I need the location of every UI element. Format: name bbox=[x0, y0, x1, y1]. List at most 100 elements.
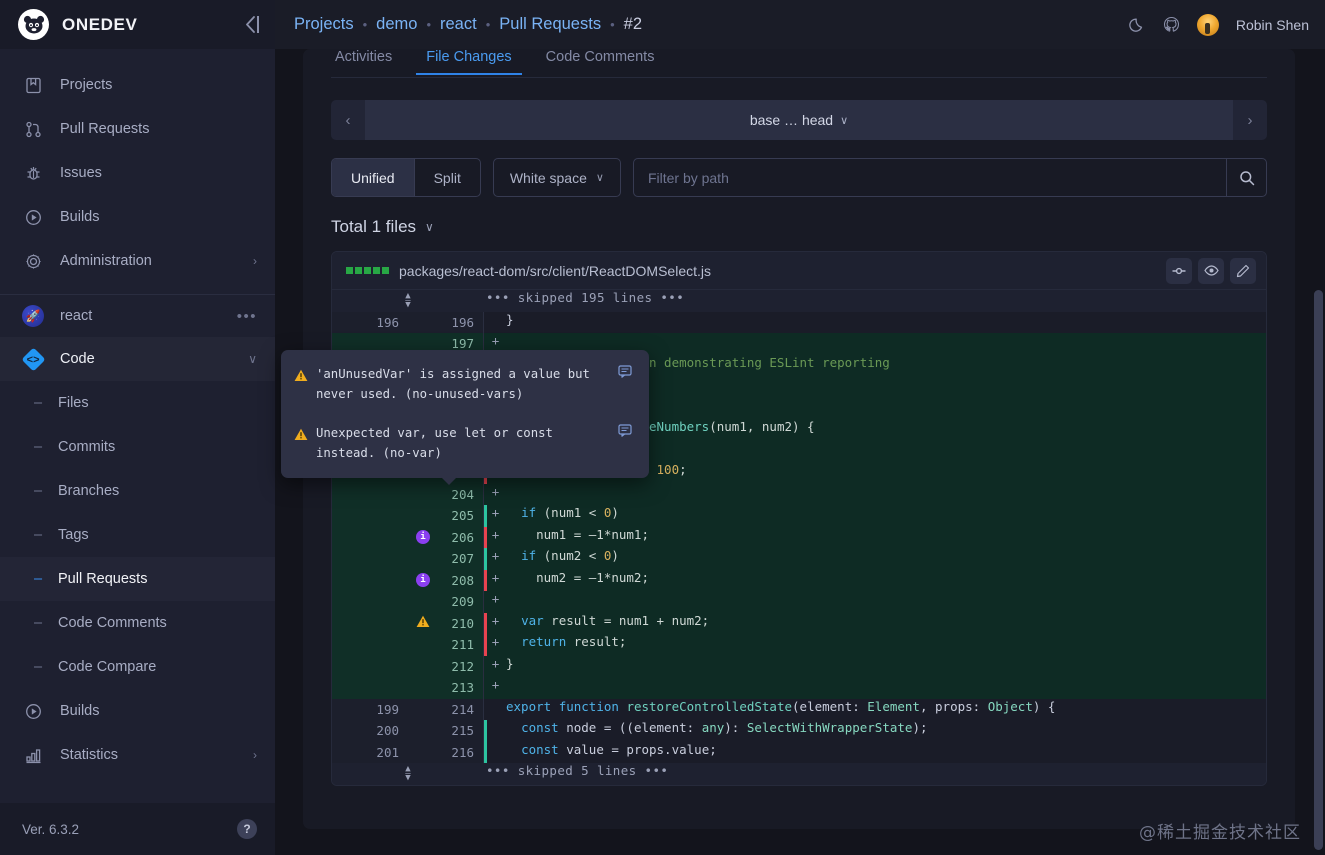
diff-code-line: const value = props.value; bbox=[504, 742, 1266, 764]
diff-line-row: 207+ if (num2 < 0) bbox=[332, 548, 1266, 570]
search-icon[interactable] bbox=[1226, 159, 1266, 196]
collapse-sidebar-icon[interactable] bbox=[245, 16, 259, 33]
sidebar-item-administration[interactable]: Administration › bbox=[0, 239, 275, 283]
sidebar-item-project-builds[interactable]: Builds bbox=[0, 689, 275, 733]
sidebar-item-code-pull-requests[interactable]: – Pull Requests bbox=[0, 557, 275, 601]
file-path[interactable]: packages/react-dom/src/client/ReactDOMSe… bbox=[399, 263, 1166, 279]
diff-code-line: num2 = –1*num2; bbox=[504, 570, 1266, 592]
github-icon[interactable] bbox=[1163, 16, 1180, 33]
moon-icon[interactable] bbox=[1129, 16, 1146, 33]
expand-lines-icon[interactable]: ▲—▼ bbox=[332, 290, 484, 312]
administration-gear-icon bbox=[22, 253, 44, 270]
help-icon[interactable]: ? bbox=[237, 819, 257, 839]
sidebar-item-branches[interactable]: – Branches bbox=[0, 469, 275, 513]
sidebar-item-builds[interactable]: Builds bbox=[0, 195, 275, 239]
view-mode-split[interactable]: Split bbox=[414, 159, 480, 196]
sidebar-sub-label: Branches bbox=[58, 483, 119, 499]
diff-skip-row[interactable]: ▲—▼••• skipped 5 lines ••• bbox=[332, 763, 1266, 785]
eye-view-icon[interactable] bbox=[1198, 258, 1224, 284]
top-bar-actions: Robin Shen bbox=[1129, 14, 1309, 36]
search-input[interactable] bbox=[634, 159, 1226, 196]
diff-skip-row[interactable]: ▲—▼••• skipped 195 lines ••• bbox=[332, 290, 1266, 312]
new-line-number: 207 bbox=[408, 548, 484, 570]
white-space-dropdown[interactable]: White space ∨ bbox=[493, 158, 621, 197]
diff-line-row: 201216 const value = props.value; bbox=[332, 742, 1266, 764]
commit-dot-icon[interactable] bbox=[1166, 258, 1192, 284]
watermark: @稀土掘金技术社区 bbox=[1139, 818, 1301, 843]
pencil-edit-icon[interactable] bbox=[1230, 258, 1256, 284]
skip-label: ••• skipped 5 lines ••• bbox=[484, 763, 1266, 785]
revision-range-dropdown[interactable]: base … head ∨ bbox=[365, 100, 1233, 140]
user-name[interactable]: Robin Shen bbox=[1236, 17, 1309, 33]
next-revision-button[interactable]: › bbox=[1233, 100, 1267, 140]
scrollbar-thumb[interactable] bbox=[1314, 290, 1323, 850]
chevron-down-icon: ∨ bbox=[425, 220, 434, 234]
sidebar-sub-label: Code Compare bbox=[58, 659, 156, 675]
diff-code-line: num1 = –1*num1; bbox=[504, 527, 1266, 549]
file-actions bbox=[1166, 258, 1256, 284]
vertical-scrollbar[interactable] bbox=[1314, 290, 1323, 850]
sidebar-item-commits[interactable]: – Commits bbox=[0, 425, 275, 469]
projects-icon bbox=[22, 77, 44, 94]
tooltip-message: Unexpected var, use let or const instead… bbox=[294, 423, 632, 463]
dash-icon: – bbox=[32, 615, 44, 631]
rocket-icon: 🚀 bbox=[22, 305, 44, 327]
sidebar-footer: Ver. 6.3.2 ? bbox=[0, 803, 275, 855]
sidebar-item-code-comments[interactable]: – Code Comments bbox=[0, 601, 275, 645]
sidebar-nav: Projects Pull Requests Issues bbox=[0, 49, 275, 283]
breadcrumb-demo[interactable]: demo bbox=[376, 15, 417, 34]
warning-icon[interactable] bbox=[416, 615, 430, 631]
diff-line-row: 211+ return result; bbox=[332, 634, 1266, 656]
tab-code-comments[interactable]: Code Comments bbox=[542, 49, 659, 74]
breadcrumb-separator-icon: • bbox=[486, 17, 491, 32]
sidebar-item-projects[interactable]: Projects bbox=[0, 63, 275, 107]
old-line-number bbox=[332, 634, 408, 656]
white-space-label: White space bbox=[510, 170, 587, 186]
sidebar-item-files[interactable]: – Files bbox=[0, 381, 275, 425]
tab-activities[interactable]: Activities bbox=[331, 49, 396, 74]
tab-file-changes[interactable]: File Changes bbox=[422, 49, 515, 74]
info-icon[interactable]: i bbox=[416, 573, 430, 587]
info-icon[interactable]: i bbox=[416, 530, 430, 544]
sidebar-project-react[interactable]: 🚀 react ••• bbox=[0, 295, 275, 337]
breadcrumb-projects[interactable]: Projects bbox=[294, 15, 354, 34]
sidebar-sub-label: Tags bbox=[58, 527, 89, 543]
breadcrumb-react[interactable]: react bbox=[440, 15, 477, 34]
new-line-number: 205 bbox=[408, 505, 484, 527]
old-line-number: 199 bbox=[332, 699, 408, 721]
diff-line-row: i206+ num1 = –1*num1; bbox=[332, 527, 1266, 549]
sidebar-sub-label: Commits bbox=[58, 439, 115, 455]
breadcrumb-pull-requests[interactable]: Pull Requests bbox=[499, 15, 601, 34]
sidebar-item-label: Issues bbox=[60, 165, 257, 181]
sidebar-item-issues[interactable]: Issues bbox=[0, 151, 275, 195]
builds-play-icon bbox=[22, 209, 44, 226]
sidebar-section-code[interactable]: <> Code ∨ bbox=[0, 337, 275, 381]
total-files-row[interactable]: Total 1 files ∨ bbox=[303, 197, 1295, 251]
avatar[interactable] bbox=[1197, 14, 1219, 36]
view-mode-unified[interactable]: Unified bbox=[332, 159, 414, 196]
breadcrumb-separator-icon: • bbox=[426, 17, 431, 32]
dash-icon: – bbox=[32, 659, 44, 675]
new-line-number: 204 bbox=[408, 484, 484, 506]
sidebar-item-code-compare[interactable]: – Code Compare bbox=[0, 645, 275, 689]
expand-lines-icon[interactable]: ▲—▼ bbox=[332, 763, 484, 785]
sidebar-item-pull-requests[interactable]: Pull Requests bbox=[0, 107, 275, 151]
comment-bubble-icon[interactable] bbox=[618, 423, 632, 463]
breadcrumb-pr-number[interactable]: #2 bbox=[624, 15, 642, 34]
new-line-number: 212 bbox=[408, 656, 484, 678]
chevron-down-icon: ∨ bbox=[248, 352, 257, 366]
sidebar-item-label: Pull Requests bbox=[60, 121, 257, 137]
sidebar-item-tags[interactable]: – Tags bbox=[0, 513, 275, 557]
prev-revision-button[interactable]: ‹ bbox=[331, 100, 365, 140]
project-more-icon[interactable]: ••• bbox=[237, 308, 257, 325]
chevron-down-icon: ∨ bbox=[596, 171, 604, 184]
diff-code-line bbox=[504, 484, 1266, 506]
sidebar-item-statistics[interactable]: Statistics › bbox=[0, 733, 275, 777]
diff-code-line: const node = ((element: any): SelectWith… bbox=[504, 720, 1266, 742]
new-line-number: 196 bbox=[408, 312, 484, 334]
diff-controls: Unified Split White space ∨ bbox=[331, 158, 1267, 197]
old-line-number bbox=[332, 613, 408, 635]
comment-bubble-icon[interactable] bbox=[618, 364, 632, 404]
old-line-number bbox=[332, 505, 408, 527]
builds-play-icon bbox=[22, 703, 44, 720]
